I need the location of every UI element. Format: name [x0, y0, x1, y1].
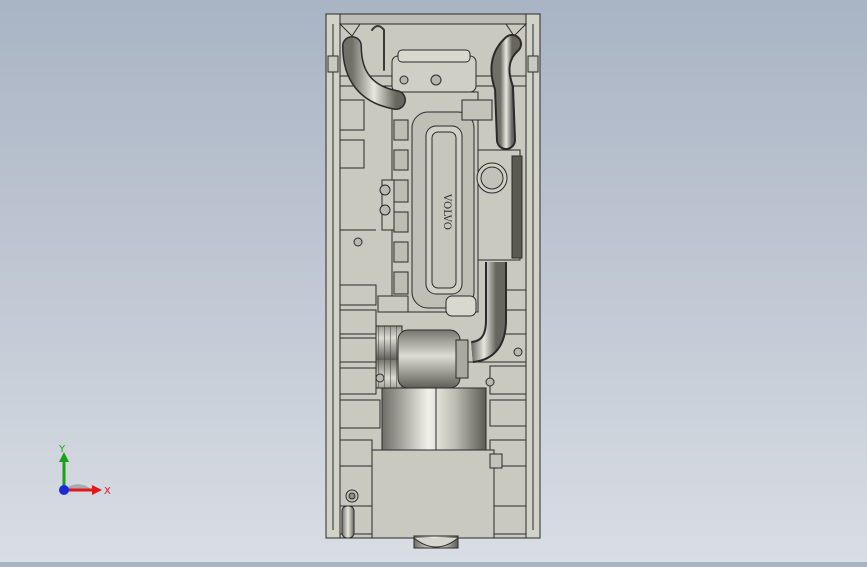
x-axis-arrowhead — [92, 485, 102, 495]
engine-model[interactable]: VOLVO — [0, 0, 867, 562]
cad-viewport[interactable]: VOLVO — [0, 0, 867, 562]
z-axis-dot — [59, 485, 69, 495]
generator-cylinder — [381, 387, 487, 451]
engine-block: VOLVO — [377, 91, 479, 317]
air-filter — [375, 325, 469, 389]
y-axis-label: Y — [58, 444, 66, 455]
engine-badge: VOLVO — [441, 193, 452, 230]
alternator-housing — [371, 449, 503, 549]
right-exhaust-pipe — [490, 34, 522, 150]
coordinate-triad: Y X — [40, 440, 120, 510]
heat-exchanger — [476, 149, 523, 261]
x-axis-label: X — [104, 486, 111, 497]
